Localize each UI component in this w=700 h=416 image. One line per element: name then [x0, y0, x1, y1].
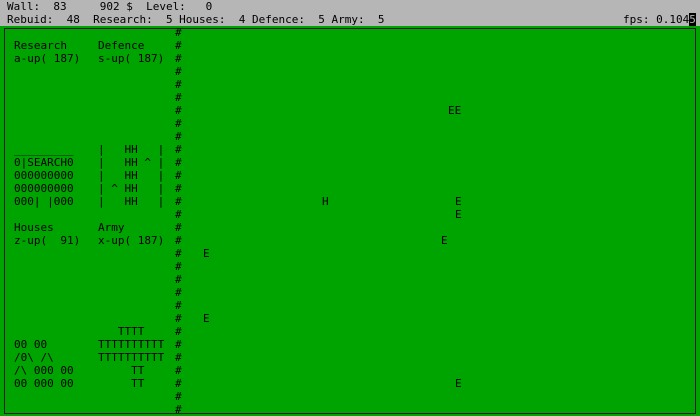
- cursor-glyph: 5: [689, 13, 696, 26]
- enemy-unit: E: [203, 247, 210, 260]
- wall-column: # # # # # # # # # # # # # # # # # # # # …: [175, 26, 182, 416]
- game-screen: Wall: 83 902 $ Level: 0 Rebuid: 48 Resea…: [0, 0, 700, 416]
- army-building-art: TTTT TTTTTTTTTT TTTTTTTTTT TT TT: [98, 325, 165, 390]
- army-upgrade: x-up( 187): [98, 234, 165, 247]
- status-bar: Wall: 83 902 $ Level: 0 Rebuid: 48 Resea…: [0, 0, 700, 26]
- enemy-unit: E: [455, 195, 462, 208]
- enemy-unit: EE: [448, 104, 462, 117]
- research-title: Research: [14, 39, 67, 52]
- defence-upgrade: s-up( 187): [98, 52, 165, 65]
- stats-line-1: Wall: 83 902 $ Level: 0: [7, 0, 213, 13]
- houses-title: Houses: [14, 221, 54, 234]
- enemy-unit: E: [455, 377, 462, 390]
- houses-building-art: 00 00 /0\ /\ /\ 000 00 00 000 00: [14, 338, 74, 390]
- defence-building-art: | HH | | HH ^ | | HH | | ^ HH | | HH |: [98, 143, 165, 208]
- army-title: Army: [98, 221, 125, 234]
- fps-text: fps: 0.104: [623, 13, 690, 26]
- defence-title: Defence: [98, 39, 145, 52]
- enemy-unit: E: [203, 312, 210, 325]
- houses-upgrade: z-up( 91): [14, 234, 81, 247]
- research-upgrade: a-up( 187): [14, 52, 81, 65]
- enemy-unit: E: [455, 208, 462, 221]
- hero-unit: H: [322, 195, 329, 208]
- stats-line-2: Rebuid: 48 Research: 5 Houses: 4 Defence…: [7, 13, 385, 26]
- enemy-unit: E: [441, 234, 448, 247]
- fps-counter: fps: 0.1045: [623, 13, 696, 26]
- research-building-art: _________ 0|SEARCH0 000000000 000000000 …: [14, 143, 74, 208]
